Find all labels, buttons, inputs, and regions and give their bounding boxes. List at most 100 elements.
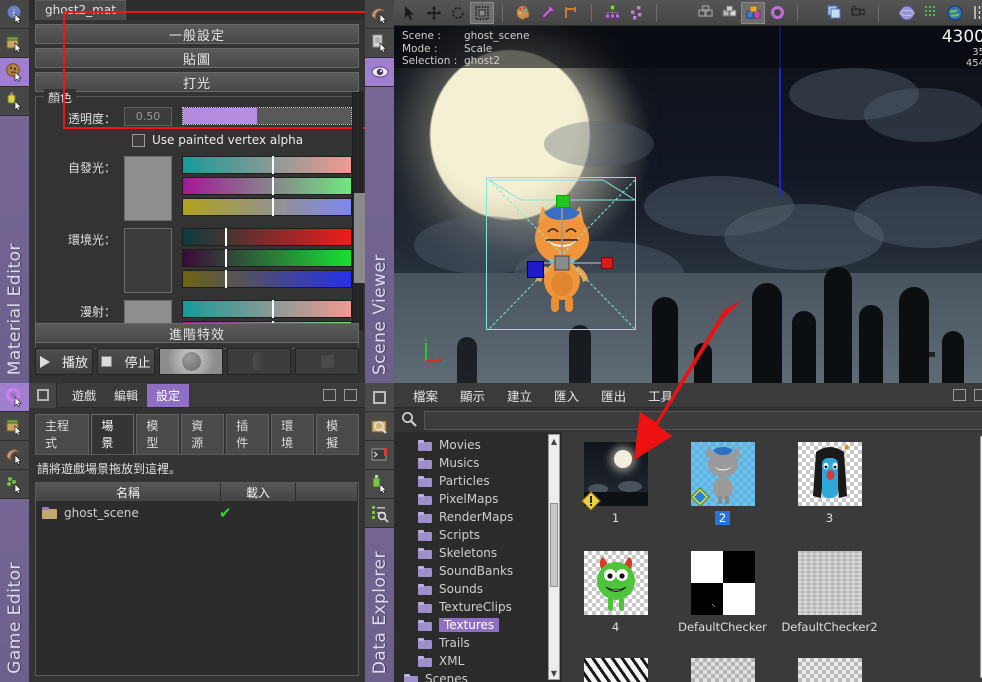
package-cursor-icon-2[interactable]	[0, 412, 29, 441]
dock-icon-2[interactable]	[974, 389, 982, 401]
folder-tree[interactable]: Movies Musics Particles PixelMaps Render…	[394, 432, 562, 682]
list-item[interactable]: 4	[562, 547, 669, 640]
dock-icon[interactable]	[344, 389, 357, 401]
emissive-knob-r[interactable]	[272, 156, 275, 174]
list-item[interactable]: 3	[776, 438, 883, 531]
list-item[interactable]: 1	[562, 438, 669, 531]
menu-file[interactable]: 檔案	[402, 383, 449, 408]
table-row[interactable]: ghost_scene ✔	[36, 502, 358, 524]
play-button[interactable]: 播放	[35, 348, 93, 375]
asset-grid[interactable]: 1 2 3 4 DefaultChecker DefaultChecker2	[562, 432, 982, 682]
preview-sphere-button[interactable]	[159, 348, 223, 375]
tree-item-trails[interactable]: Trails	[394, 634, 562, 652]
emissive-knob-b[interactable]	[272, 198, 275, 216]
use-painted-vertex-alpha-checkbox[interactable]	[132, 133, 145, 147]
gear-cursor-icon[interactable]	[0, 383, 29, 412]
menu-edit[interactable]: 編輯	[105, 384, 147, 407]
transparency-slider[interactable]	[182, 107, 352, 125]
list-item[interactable]	[776, 654, 883, 682]
preview-cylinder-button[interactable]	[227, 348, 291, 375]
tab-scene[interactable]: 場景	[91, 414, 135, 454]
tab-main-program[interactable]: 主程式	[35, 414, 90, 454]
ambient-knob-b[interactable]	[225, 270, 227, 288]
diffuse-knob-r[interactable]	[272, 300, 275, 318]
ambient-slider-r[interactable]	[182, 228, 352, 246]
tree-item-rendermaps[interactable]: RenderMaps	[394, 508, 562, 526]
ambient-color-swatch[interactable]	[124, 228, 172, 293]
ambient-slider-b[interactable]	[182, 270, 352, 288]
group-stack-icon[interactable]	[717, 2, 741, 24]
transparency-value-field[interactable]: 0.50	[124, 107, 172, 126]
tree-scrollbar[interactable]: ▲ ▼	[548, 434, 560, 680]
emissive-slider-b[interactable]	[182, 198, 352, 216]
select-arrow-icon[interactable]	[398, 2, 422, 24]
scatter-icon[interactable]	[624, 2, 648, 24]
menu-import[interactable]: 匯入	[543, 383, 590, 408]
use-painted-vertex-alpha-row[interactable]: Use painted vertex alpha	[132, 133, 352, 147]
ambient-slider-g[interactable]	[182, 249, 352, 267]
popout-icon[interactable]	[323, 389, 336, 401]
move-icon[interactable]	[422, 2, 446, 24]
scale-icon[interactable]	[470, 1, 494, 24]
stop-button[interactable]: 停止	[97, 348, 155, 375]
list-search-icon[interactable]	[365, 499, 394, 528]
tree-scroll-thumb[interactable]	[550, 503, 558, 587]
menu-tools[interactable]: 工具	[637, 383, 684, 408]
tab-plugin[interactable]: 插件	[226, 414, 270, 454]
preview-cube-button[interactable]	[295, 348, 359, 375]
layers-icon[interactable]	[822, 2, 846, 24]
ruler-icon[interactable]	[559, 2, 583, 24]
section-textures[interactable]: 貼圖	[35, 48, 359, 68]
tree-item-musics[interactable]: Musics	[394, 454, 562, 472]
emissive-knob-g[interactable]	[272, 177, 275, 195]
green-scale-handle[interactable]	[556, 195, 570, 208]
tree-item-pixelmaps[interactable]: PixelMaps	[394, 490, 562, 508]
shell-cursor-icon-2[interactable]	[365, 0, 394, 29]
list-item[interactable]	[669, 654, 776, 682]
eye-icon[interactable]	[365, 58, 394, 87]
material-editor-scroll-thumb[interactable]	[354, 193, 365, 283]
menu-view[interactable]: 顯示	[449, 383, 496, 408]
tree-item-particles[interactable]: Particles	[394, 472, 562, 490]
scale-gizmo[interactable]	[486, 177, 637, 330]
search-input[interactable]	[424, 410, 982, 430]
plant-cursor-icon[interactable]	[0, 470, 29, 499]
rotate-icon[interactable]	[446, 2, 470, 24]
advanced-effects-button[interactable]: 進階特效	[35, 323, 359, 343]
tree-item-soundbanks[interactable]: SoundBanks	[394, 562, 562, 580]
tree-item-scripts[interactable]: Scripts	[394, 526, 562, 544]
sphere-icon[interactable]	[895, 2, 919, 24]
list-item[interactable]	[562, 654, 669, 682]
info-cursor-icon[interactable]: i	[0, 0, 29, 29]
tab-environment[interactable]: 環境	[271, 414, 315, 454]
gear-icon[interactable]	[765, 2, 789, 24]
emissive-color-swatch[interactable]	[124, 156, 172, 221]
tab-simulation[interactable]: 模擬	[316, 414, 360, 454]
menu-game[interactable]: 遊戲	[63, 384, 105, 407]
popout-icon-2[interactable]	[953, 389, 966, 401]
tree-item-sounds[interactable]: Sounds	[394, 580, 562, 598]
scene-viewport[interactable]: YX Scene : ghost_scene Mode : Scale Select…	[394, 26, 982, 383]
road-icon[interactable]	[967, 2, 982, 24]
tree-item-skeletons[interactable]: Skeletons	[394, 544, 562, 562]
group-icon[interactable]	[693, 2, 717, 24]
console-icon[interactable]	[365, 441, 394, 470]
window-icon-2[interactable]	[365, 383, 394, 412]
emissive-slider-g[interactable]	[182, 177, 352, 195]
list-item[interactable]: DefaultChecker	[669, 547, 776, 640]
shell-cursor-icon[interactable]	[0, 441, 29, 470]
eyedropper-icon[interactable]	[535, 2, 559, 24]
blue-scale-handle[interactable]	[527, 261, 544, 278]
cookie-cursor-icon[interactable]	[0, 58, 29, 87]
globe-icon[interactable]	[943, 2, 967, 24]
magnifier-folder-icon[interactable]	[365, 412, 394, 441]
section-lighting[interactable]: 打光	[35, 72, 359, 92]
tree-scroll-down-icon[interactable]: ▼	[549, 667, 559, 679]
tab-model[interactable]: 模型	[136, 414, 180, 454]
window-icon[interactable]	[29, 383, 57, 408]
document-cursor-icon[interactable]	[365, 29, 394, 58]
object-layers-icon[interactable]	[741, 1, 765, 24]
menu-create[interactable]: 建立	[496, 383, 543, 408]
grid-icon[interactable]	[919, 2, 943, 24]
paint-cursor-icon[interactable]	[0, 87, 29, 116]
